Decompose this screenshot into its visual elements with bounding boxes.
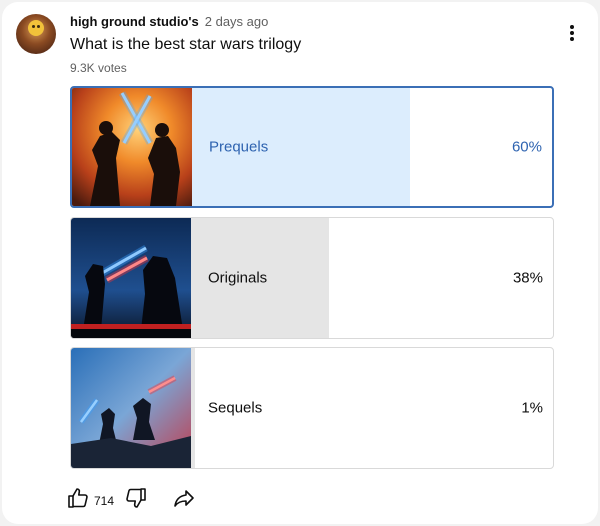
rey-kylo-battle-thumbnail <box>71 348 191 468</box>
thumbs-down-icon[interactable] <box>124 486 148 515</box>
option-percent: 60% <box>511 138 542 156</box>
community-post-card: high ground studio's 2 days ago What is t… <box>2 2 598 524</box>
anakin-obiwan-duel-thumbnail <box>72 88 192 206</box>
option-percent: 38% <box>512 269 543 287</box>
poll-option-sequels[interactable]: Sequels 1% <box>70 347 554 469</box>
more-options-icon[interactable] <box>562 22 582 42</box>
option-percent: 1% <box>521 399 543 417</box>
luke-vader-duel-thumbnail <box>71 218 191 338</box>
post-header: high ground studio's 2 days ago <box>70 14 268 29</box>
option-label: Sequels <box>208 399 263 417</box>
like-count: 714 <box>94 494 115 508</box>
poll-option-prequels[interactable]: Prequels 60% <box>70 86 554 208</box>
avatar[interactable] <box>16 14 56 54</box>
post-time: 2 days ago <box>204 14 269 29</box>
share-icon[interactable] <box>172 486 196 515</box>
thumbs-up-icon[interactable] <box>66 486 90 515</box>
author-name[interactable]: high ground studio's <box>70 14 199 29</box>
result-bar <box>191 348 195 468</box>
poll-question: What is the best star wars trilogy <box>70 36 302 53</box>
option-label: Prequels <box>209 138 269 156</box>
poll-option-originals[interactable]: Originals 38% <box>70 217 554 339</box>
option-label: Originals <box>208 269 268 287</box>
vote-count: 9.3K votes <box>70 61 127 75</box>
